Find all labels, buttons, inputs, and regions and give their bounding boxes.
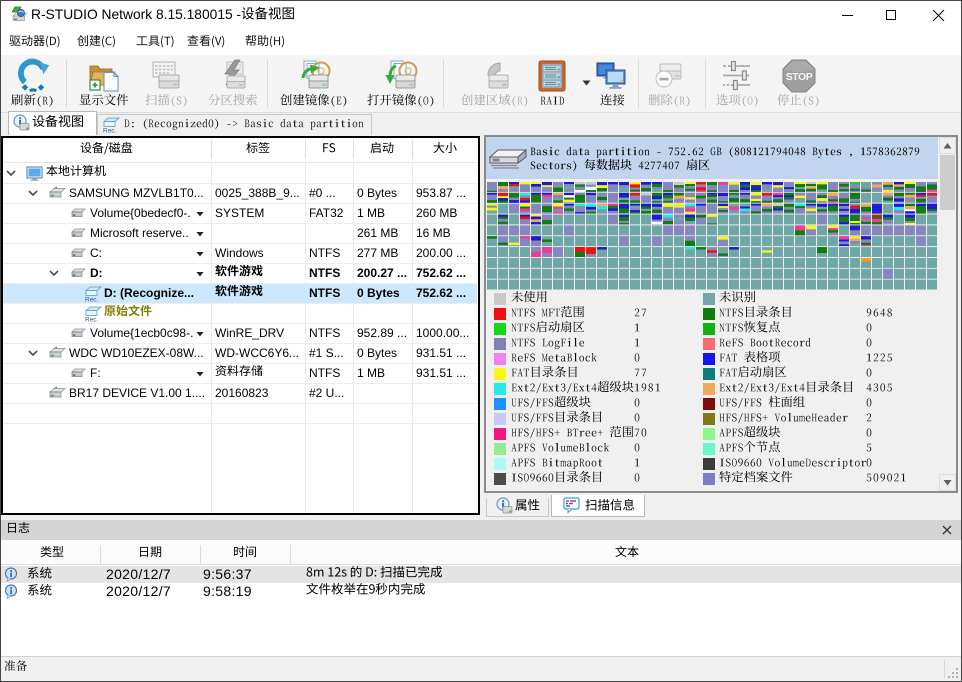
svg-text:Rec.: Rec.: [85, 317, 99, 323]
svg-text:STOP: STOP: [786, 71, 813, 83]
svg-text:Rec.: Rec.: [85, 297, 99, 303]
svg-text:Rec.: Rec.: [103, 128, 117, 134]
